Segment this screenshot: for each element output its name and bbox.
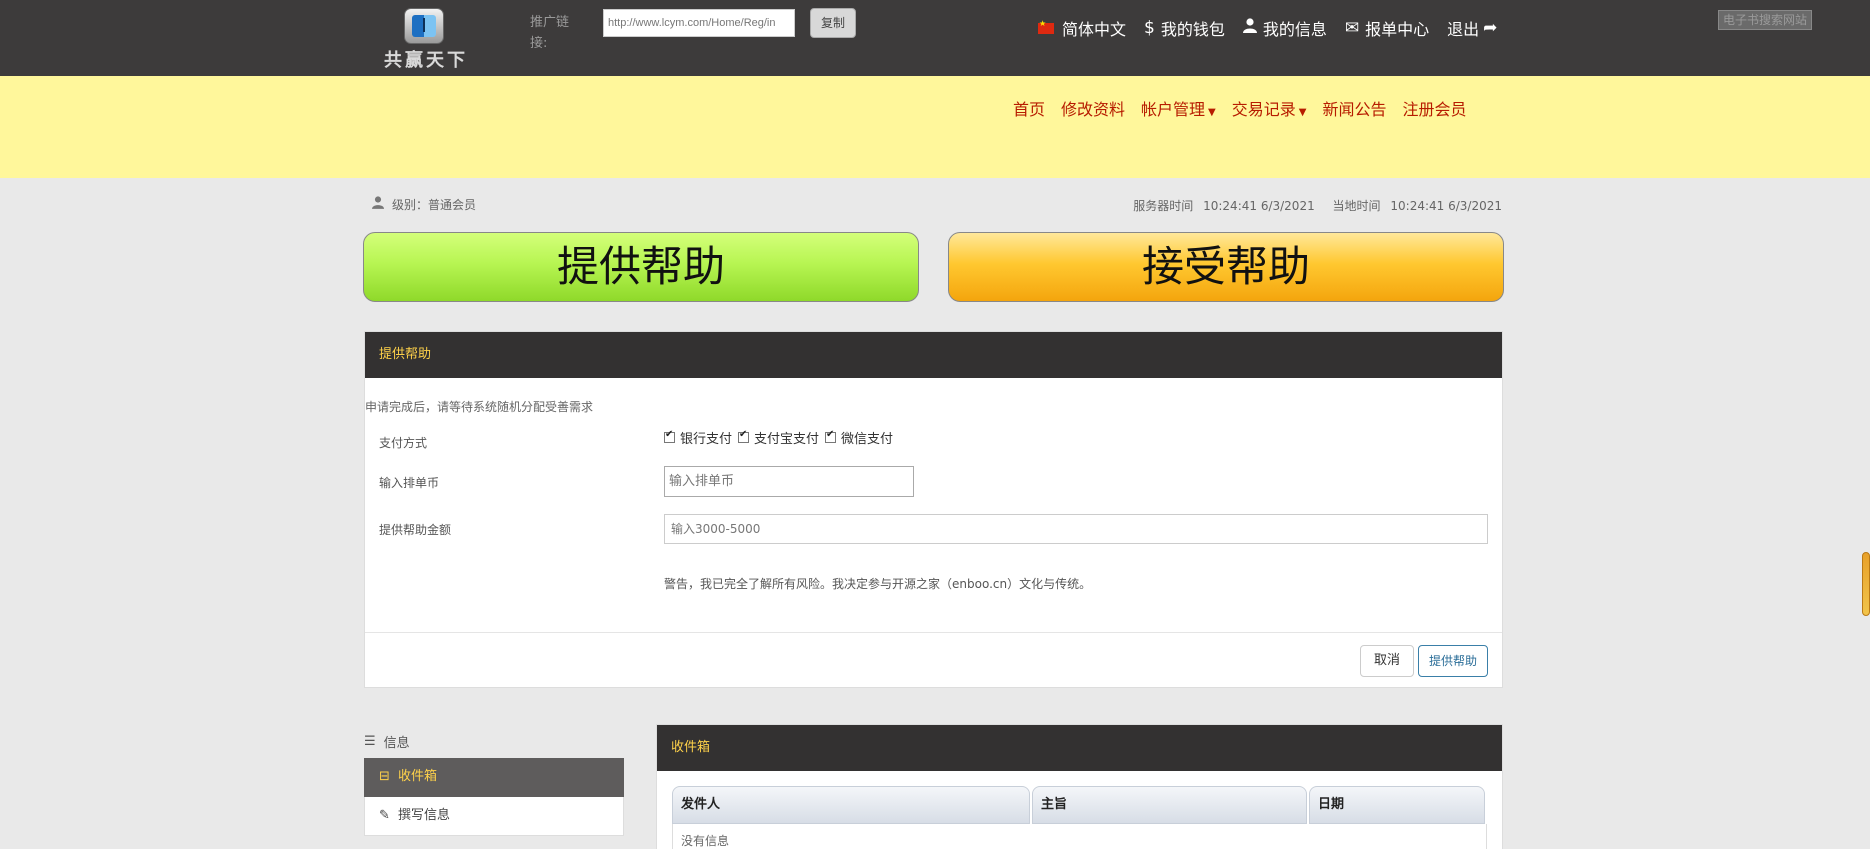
nav-transaction-records[interactable]: 交易记录 ▼ [1232, 96, 1307, 120]
nav-wallet[interactable]: $ 我的钱包 [1144, 16, 1225, 40]
receive-help-big-button[interactable]: 接受帮助 [948, 232, 1504, 302]
member-level: 级别：普通会员 [372, 196, 476, 213]
nav-wallet-label: 我的钱包 [1160, 20, 1225, 39]
submit-provide-help-button[interactable]: 提供帮助 [1418, 645, 1488, 677]
local-time: 10:24:41 6/3/2021 [1390, 199, 1502, 213]
amount-label: 提供帮助金额 [379, 523, 452, 537]
site-logo[interactable]: 共赢天下 [378, 6, 474, 71]
dollar-icon: $ [1144, 18, 1155, 38]
nav-home[interactable]: 首页 [1013, 96, 1045, 120]
copy-button[interactable]: 复制 [810, 8, 856, 38]
sidebar-item-label: 收件箱 [398, 769, 438, 784]
server-time-label: 服务器时间 [1133, 199, 1194, 213]
provide-help-big-button[interactable]: 提供帮助 [363, 232, 919, 302]
nav-language[interactable]: 简体中文 [1038, 16, 1126, 40]
provide-help-note: 申请完成后，请等待系统随机分配受善需求 [365, 400, 594, 414]
caret-down-icon: ▼ [1298, 107, 1307, 118]
nav-transaction-records-label: 交易记录 [1231, 100, 1296, 119]
sidebar-item-compose[interactable]: ✎ 撰写信息 [364, 797, 624, 836]
pay-method-label: 支付方式 [379, 436, 428, 450]
coin-input[interactable]: 输入排单币 [664, 466, 914, 497]
time-display: 服务器时间 10:24:41 6/3/2021 当地时间 10:24:41 6/… [1127, 197, 1502, 214]
nav-order-center[interactable]: ✉ 报单中心 [1345, 16, 1429, 40]
coin-label: 输入排单币 [379, 476, 440, 490]
column-date[interactable]: 日期 [1309, 786, 1485, 824]
risk-warning: 警告，我已完全了解所有风险。我决定参与开源之家（enboo.cn）文化与传统。 [664, 577, 1092, 591]
nav-news[interactable]: 新闻公告 [1322, 96, 1386, 120]
nav-logout-label: 退出 [1447, 20, 1480, 39]
nav-logout[interactable]: 退出 ➦ [1447, 16, 1497, 40]
inbox-table: 发件人 主旨 日期 没有信息 [672, 786, 1487, 849]
wechat-pay-label: 微信支付 [841, 432, 894, 447]
bank-pay-label: 银行支付 [680, 432, 733, 447]
share-arrow-icon: ➦ [1483, 18, 1498, 38]
sidebar-menu: ⊟ 收件箱 ✎ 撰写信息 [364, 758, 624, 836]
nav-edit-profile-label: 修改资料 [1061, 100, 1126, 119]
nav-account-management[interactable]: 帐户管理 ▼ [1141, 96, 1216, 120]
edit-icon: ✎ [379, 808, 390, 823]
inbox-panel: 收件箱 发件人 主旨 日期 没有信息 [656, 724, 1503, 849]
empty-message: 没有信息 [672, 824, 1487, 849]
inbox-title: 收件箱 [657, 725, 1502, 771]
sidebar-title-label: 信息 [383, 736, 410, 751]
local-time-label: 当地时间 [1332, 199, 1381, 213]
amount-input[interactable]: 输入3000-5000 [664, 514, 1488, 544]
nav-register-member[interactable]: 注册会员 [1402, 96, 1466, 120]
flag-cn-icon [1038, 19, 1054, 34]
sidebar-title: ☰ 信息 [364, 732, 410, 751]
nav-register-member-label: 注册会员 [1402, 100, 1467, 119]
provide-help-panel: 提供帮助 申请完成后，请等待系统随机分配受善需求 支付方式 银行支付 支付宝支付… [364, 331, 1503, 688]
inbox-icon: ⊟ [379, 769, 390, 784]
logo-text: 共赢天下 [384, 50, 468, 71]
cancel-button[interactable]: 取消 [1360, 645, 1414, 677]
bank-pay-checkbox[interactable] [664, 429, 675, 443]
top-bar: 共赢天下 推广链接: 复制 简体中文 $ 我的钱包 我的信息 ✉ 报单中心 退出… [0, 0, 1870, 76]
list-icon: ☰ [364, 734, 376, 749]
user-icon [372, 196, 384, 213]
wechat-pay-checkbox[interactable] [825, 429, 837, 443]
table-header: 发件人 主旨 日期 [672, 786, 1487, 824]
promo-link-input[interactable] [603, 9, 795, 37]
server-time: 10:24:41 6/3/2021 [1203, 199, 1315, 213]
column-sender[interactable]: 发件人 [672, 786, 1030, 824]
user-icon [1242, 18, 1257, 38]
nav-my-info[interactable]: 我的信息 [1242, 16, 1327, 40]
finder-logo-icon [404, 8, 444, 44]
caret-down-icon: ▼ [1208, 107, 1216, 118]
nav-news-label: 新闻公告 [1322, 100, 1387, 119]
member-level-text: 级别：普通会员 [392, 198, 477, 212]
nav-home-label: 首页 [1013, 100, 1046, 119]
sidebar-item-label: 撰写信息 [398, 808, 451, 823]
column-subject[interactable]: 主旨 [1032, 786, 1307, 824]
nav-language-label: 简体中文 [1062, 20, 1127, 39]
nav-order-center-label: 报单中心 [1365, 20, 1430, 39]
pay-methods: 银行支付 支付宝支付 微信支付 [664, 428, 899, 447]
nav-my-info-label: 我的信息 [1262, 20, 1327, 39]
scrollbar-thumb[interactable] [1862, 552, 1870, 616]
provide-help-panel-title: 提供帮助 [365, 332, 1502, 378]
panel-footer: 取消 提供帮助 [365, 632, 1502, 688]
nav-account-management-label: 帐户管理 [1141, 100, 1206, 119]
promo-link-label: 推广链接: [530, 15, 570, 51]
ebook-search-link[interactable]: 电子书搜索网站 [1718, 10, 1812, 30]
top-nav: 简体中文 $ 我的钱包 我的信息 ✉ 报单中心 退出 ➦ [1038, 14, 1515, 42]
alipay-label: 支付宝支付 [754, 432, 820, 447]
nav-edit-profile[interactable]: 修改资料 [1061, 96, 1125, 120]
main-nav: 首页 修改资料 帐户管理 ▼ 交易记录 ▼ 新闻公告 注册会员 [1013, 96, 1483, 120]
alipay-checkbox[interactable] [738, 429, 750, 443]
envelope-icon: ✉ [1344, 18, 1360, 38]
main-nav-bar: 首页 修改资料 帐户管理 ▼ 交易记录 ▼ 新闻公告 注册会员 [0, 76, 1870, 178]
sidebar-item-inbox[interactable]: ⊟ 收件箱 [364, 758, 624, 797]
